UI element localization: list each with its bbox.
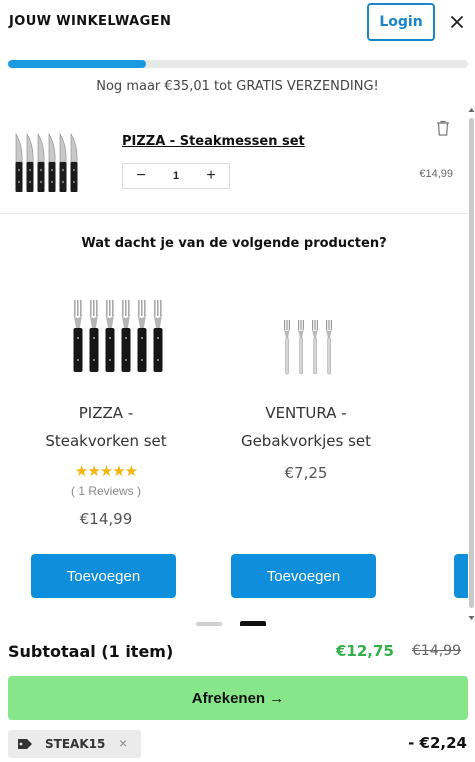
cart-footer: Subtotaal (1 item) €12,75 €14,99 Afreken…	[0, 626, 475, 762]
cake-forks-image[interactable]	[216, 294, 396, 384]
cart-header: JOUW WINKELWAGEN Login	[0, 0, 475, 44]
add-to-cart-button[interactable]: Toevoegen	[231, 554, 376, 598]
product-price: €7,25	[284, 464, 328, 482]
steak-forks-image[interactable]	[16, 294, 196, 384]
rating-stars: ★★★★★	[74, 463, 138, 480]
review-count: ( 1 Reviews )	[70, 484, 141, 498]
quantity-increase-button[interactable]: +	[193, 164, 229, 188]
scrollbar-thumb[interactable]	[469, 118, 474, 608]
free-shipping-message: Nog maar €35,01 tot GRATIS VERZENDING!	[96, 79, 379, 94]
product-name-line2[interactable]: Gebakvorkjes set	[216, 432, 396, 450]
product-name-line1[interactable]: PIZZA -	[16, 404, 196, 422]
upsell-product-card: VENTURA - Gebakvorkjes set €7,25 Toevoeg…	[216, 294, 396, 624]
product-name-line2[interactable]: Steakvorken set	[16, 432, 196, 450]
shipping-progress-bar	[8, 60, 468, 68]
close-icon[interactable]	[447, 12, 467, 32]
subtotal-label: Subtotaal (1 item)	[8, 642, 174, 661]
discount-amount: - €2,24	[408, 734, 467, 752]
upsell-title: Wat dacht je van de volgende producten?	[81, 236, 387, 251]
subtotal-discounted: €12,75	[336, 642, 394, 660]
coupon-remove-button[interactable]: ×	[119, 735, 127, 751]
scrollbar[interactable]	[468, 104, 475, 626]
trash-icon[interactable]	[436, 120, 450, 136]
steak-knives-image	[15, 132, 78, 192]
cart-item-name[interactable]: PIZZA - Steakmessen set	[122, 134, 305, 149]
quantity-decrease-button[interactable]: −	[123, 164, 159, 188]
quantity-value[interactable]: 1	[159, 164, 193, 188]
subtotal-original: €14,99	[412, 643, 461, 659]
product-name-line1[interactable]: VENTURA -	[216, 404, 396, 422]
shipping-progress-fill	[8, 60, 146, 68]
scroll-up-arrow-icon[interactable]	[468, 106, 475, 114]
quantity-stepper: − 1 +	[122, 163, 230, 189]
cart-scroll-area: PIZZA - Steakmessen set − 1 + €14,99 Wat…	[0, 104, 468, 626]
upsell-product-card: PIZZA - Steakvorken set ★★★★★ ( 1 Review…	[16, 294, 196, 624]
add-to-cart-button[interactable]: Toevoegen	[31, 554, 176, 598]
scroll-down-arrow-icon[interactable]	[468, 614, 475, 622]
cart-title: JOUW WINKELWAGEN	[9, 14, 172, 29]
next-product-peek[interactable]	[454, 554, 468, 598]
cart-line-item: PIZZA - Steakmessen set − 1 + €14,99	[0, 104, 468, 214]
product-price: €14,99	[79, 510, 133, 528]
checkout-button[interactable]: Afrekenen →	[8, 676, 468, 720]
cart-item-price: €14,99	[419, 168, 453, 180]
login-button[interactable]: Login	[367, 3, 435, 41]
coupon-tag: STEAK15 ×	[8, 730, 141, 758]
tag-icon	[18, 739, 32, 749]
coupon-code: STEAK15	[45, 737, 106, 751]
